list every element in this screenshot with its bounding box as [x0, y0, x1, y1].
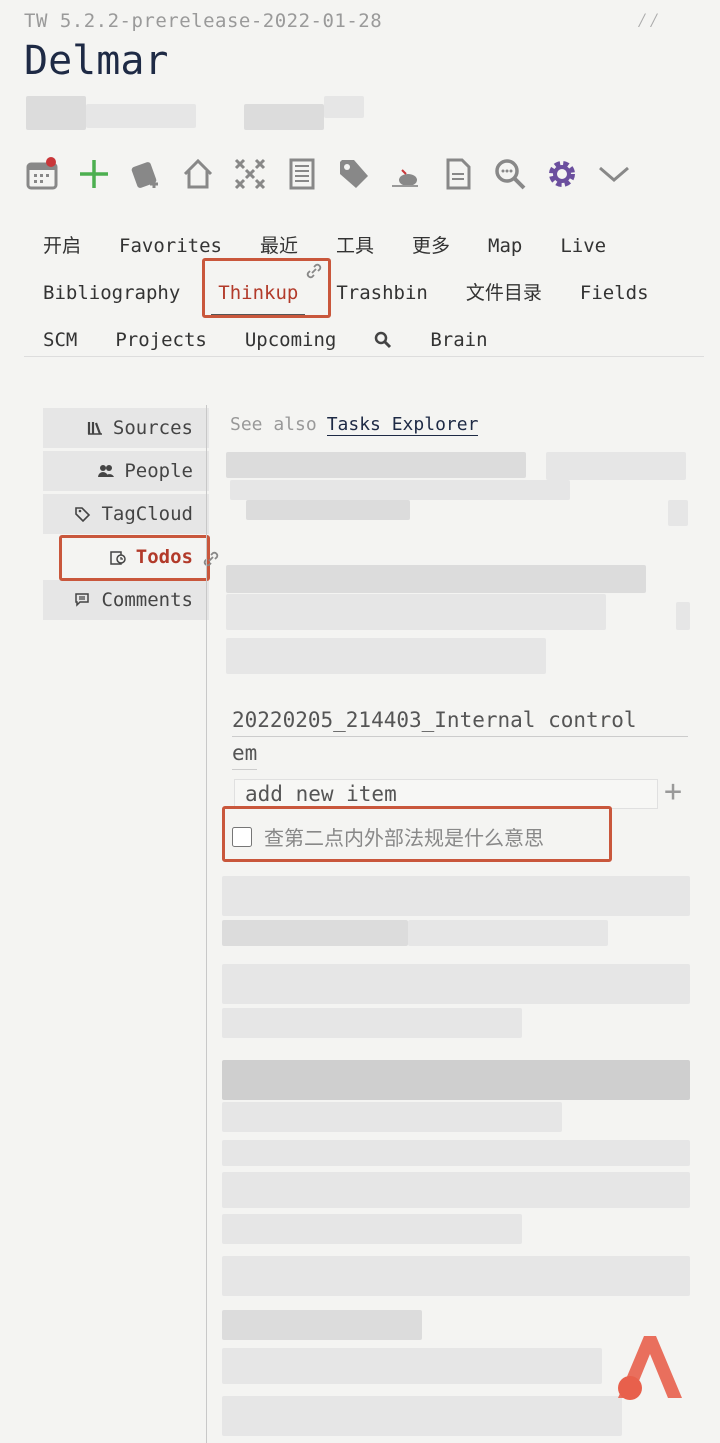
tab-projects[interactable]: Projects	[96, 320, 226, 360]
add-item-button[interactable]: +	[664, 777, 682, 807]
blurred-text	[222, 1008, 522, 1038]
app-logo-icon	[618, 1336, 682, 1400]
plus-icon[interactable]	[72, 152, 116, 196]
blurred-text	[230, 480, 570, 500]
blurred-text	[246, 500, 410, 520]
blurred-text	[222, 876, 690, 916]
books-icon	[87, 422, 102, 435]
highlight-box-todo-item	[222, 806, 612, 862]
blurred-text	[222, 1140, 690, 1166]
thinkup-vertical-tabs: Sources People TagCloud Todos Comments	[43, 408, 209, 623]
blurred-text	[546, 452, 686, 480]
search-icon	[375, 331, 392, 349]
blurred-text	[222, 1060, 690, 1100]
notebook-icon[interactable]	[280, 152, 324, 196]
document-icon[interactable]	[436, 152, 480, 196]
tab-live[interactable]: Live	[541, 226, 625, 266]
blurred-text	[676, 602, 690, 630]
gear-icon[interactable]	[540, 152, 584, 196]
blurred-text	[226, 452, 526, 478]
chevron-down-icon[interactable]	[592, 152, 636, 196]
tasks-explorer-link[interactable]: Tasks Explorer	[326, 414, 479, 436]
blurred-text	[222, 1348, 602, 1384]
version-label: TW 5.2.2-prerelease-2022-01-28	[24, 10, 383, 32]
link-icon[interactable]	[202, 550, 220, 568]
vtab-tagcloud[interactable]: TagCloud	[43, 494, 209, 534]
tab-fields[interactable]: Fields	[561, 273, 668, 313]
home-icon[interactable]	[176, 152, 220, 196]
link-icon[interactable]	[305, 262, 323, 280]
blurred-text	[226, 565, 646, 593]
tag-icon	[75, 507, 91, 522]
journal-icon[interactable]	[124, 152, 168, 196]
blurred-subtitle	[324, 96, 364, 118]
tab-bibliography[interactable]: Bibliography	[24, 273, 199, 313]
new-item-input[interactable]	[234, 779, 658, 809]
tab-search[interactable]	[355, 320, 411, 360]
blurred-text	[222, 1172, 690, 1208]
blurred-text	[222, 1256, 690, 1296]
mouse-icon[interactable]	[384, 152, 428, 196]
sidebar-tabs: 开启 Favorites 最近 工具 更多 Map Live Bibliogra…	[24, 222, 704, 363]
tab-map[interactable]: Map	[469, 226, 541, 266]
tag-icon[interactable]	[332, 152, 376, 196]
grid-icon[interactable]	[228, 152, 272, 196]
search-icon[interactable]	[488, 152, 532, 196]
page-toolbar	[20, 152, 636, 200]
tab-more[interactable]: 更多	[393, 226, 469, 266]
blurred-text	[222, 964, 690, 1004]
blurred-subtitle	[86, 104, 196, 128]
highlight-box-todos	[59, 535, 210, 581]
blurred-subtitle	[244, 104, 324, 130]
vtab-sources[interactable]: Sources	[43, 408, 209, 448]
blurred-text	[222, 920, 408, 946]
vtab-people[interactable]: People	[43, 451, 209, 491]
blurred-text	[226, 638, 546, 674]
blurred-text	[222, 1214, 522, 1244]
tabs-divider	[24, 356, 704, 357]
blurred-text	[222, 1102, 562, 1132]
blurred-text	[408, 920, 608, 946]
calendar-icon[interactable]	[20, 152, 64, 196]
tab-brain[interactable]: Brain	[411, 320, 506, 360]
people-icon	[98, 465, 115, 477]
tab-kaiqi[interactable]: 开启	[24, 226, 100, 266]
todo-list-title[interactable]: 20220205_214403_Internal control em	[232, 704, 688, 770]
tab-content-divider	[206, 405, 207, 1443]
blurred-text	[222, 1396, 622, 1436]
blurred-subtitle	[26, 96, 86, 130]
tab-trashbin[interactable]: Trashbin	[317, 273, 447, 313]
resize-handle-icon[interactable]: ⁄⁄	[636, 8, 660, 34]
blurred-text	[226, 594, 606, 630]
vtab-comments[interactable]: Comments	[43, 580, 209, 620]
comments-icon	[75, 593, 90, 607]
see-also: See also Tasks Explorer	[230, 414, 479, 436]
blurred-text	[668, 500, 688, 526]
tab-scm[interactable]: SCM	[24, 320, 96, 360]
tab-file-directory[interactable]: 文件目录	[447, 273, 561, 313]
tab-upcoming[interactable]: Upcoming	[226, 320, 356, 360]
blurred-text	[222, 1310, 422, 1340]
site-title[interactable]: Delmar	[24, 38, 169, 84]
